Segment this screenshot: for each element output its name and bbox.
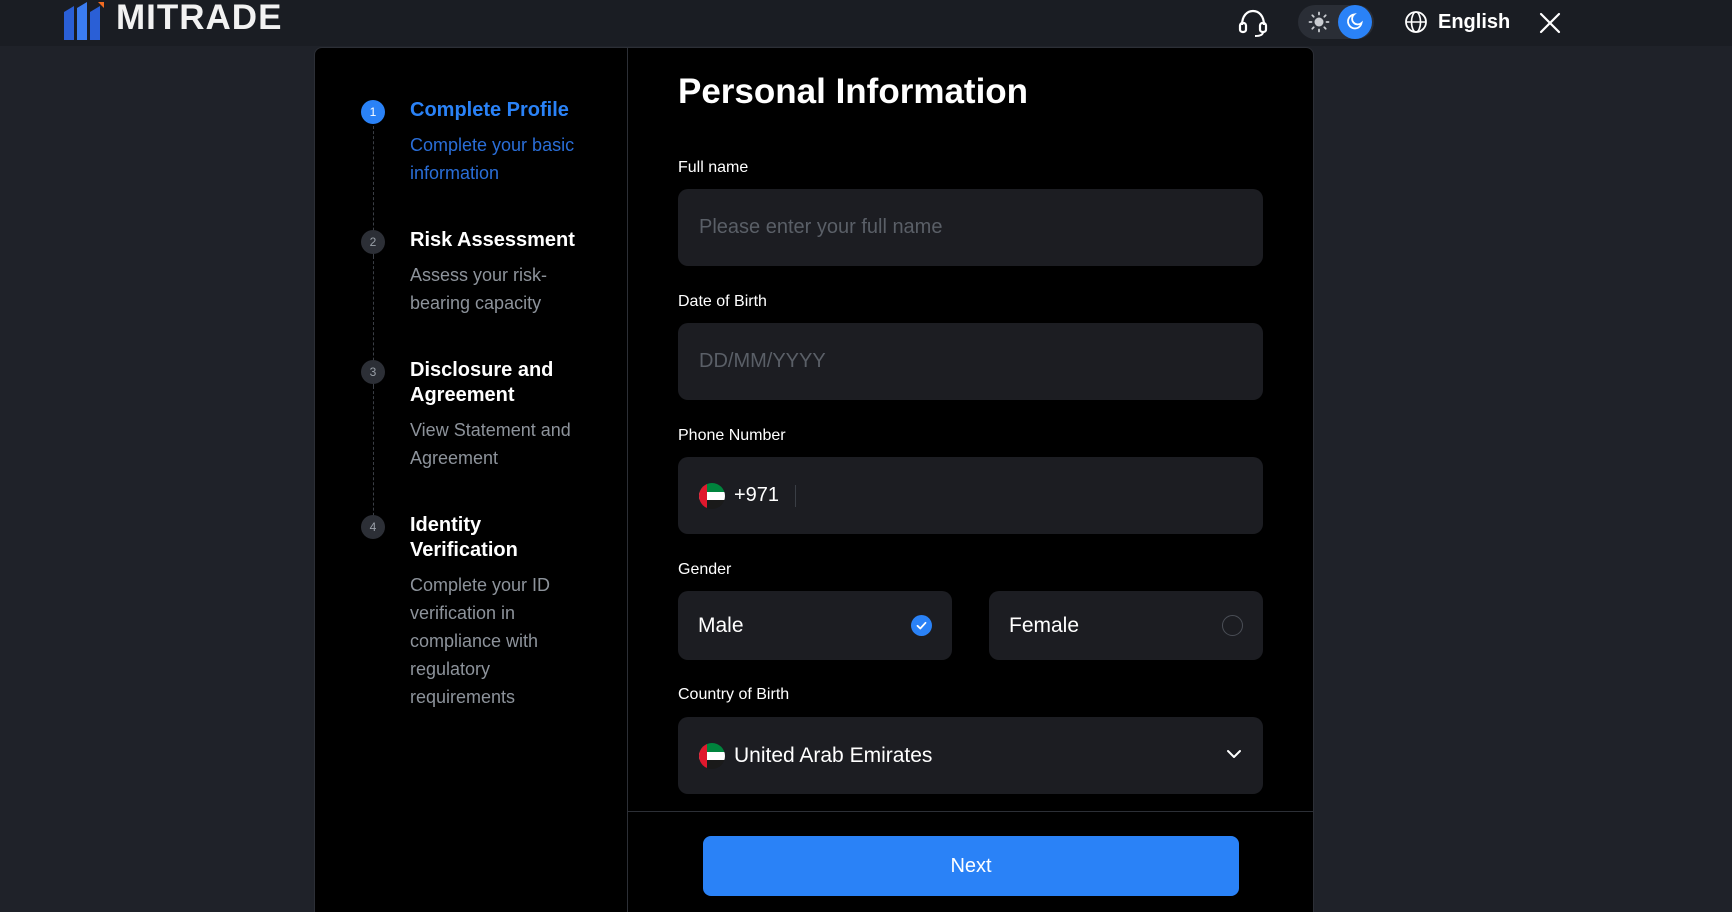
progress-stepper: 1 Complete Profile Complete your basic i… [315, 48, 628, 912]
support-button[interactable] [1236, 8, 1270, 38]
country-of-birth-label: Country of Birth [678, 686, 790, 703]
dark-theme-button[interactable] [1338, 5, 1372, 39]
dob-label: Date of Birth [678, 293, 767, 310]
uae-flag-icon[interactable] [699, 482, 725, 509]
step-connector [373, 386, 374, 536]
gender-label: Gender [678, 561, 732, 578]
footer-divider [628, 811, 1314, 812]
step-description: View Statement and Agreement [410, 420, 571, 468]
close-icon [1539, 12, 1561, 34]
step-title: Complete Profile [410, 99, 569, 121]
dial-code[interactable]: +971 [734, 484, 779, 507]
gender-option-female[interactable]: Female [989, 591, 1263, 660]
globe-icon [1405, 11, 1427, 33]
language-selector[interactable]: English [1404, 6, 1510, 38]
gender-option-label: Male [698, 613, 744, 637]
step-number: 1 [361, 100, 385, 124]
step-title: Risk Assessment [410, 229, 575, 251]
brand-name: MITRADE [116, 0, 283, 37]
gender-option-male[interactable]: Male [678, 591, 952, 660]
step-title: Identity Verification [410, 514, 518, 561]
language-label: English [1438, 10, 1511, 33]
step-number: 4 [361, 515, 385, 539]
step-number: 3 [361, 360, 385, 384]
step-description: Assess your risk-bearing capacity [410, 265, 548, 313]
full-name-label: Full name [678, 159, 749, 176]
form-title: Personal Information [678, 72, 1029, 111]
onboarding-card: 1 Complete Profile Complete your basic i… [314, 47, 1314, 912]
step-description: Complete your ID verification in complia… [410, 575, 551, 707]
next-button[interactable]: Next [703, 836, 1239, 896]
sun-icon [1308, 11, 1330, 33]
theme-toggle[interactable] [1298, 5, 1374, 39]
light-theme-button[interactable] [1304, 7, 1334, 37]
top-bar: MITRADE English [0, 0, 1732, 46]
step-title: Disclosure and Agreement [410, 359, 554, 406]
close-button[interactable] [1536, 9, 1564, 37]
step-number: 2 [361, 230, 385, 254]
phone-input[interactable]: +971 [678, 457, 1263, 534]
brand-logo[interactable]: MITRADE [62, 0, 282, 44]
mitrade-logo-icon [64, 2, 104, 40]
country-of-birth-select[interactable]: United Arab Emirates [678, 717, 1263, 794]
moon-icon [1347, 13, 1363, 30]
uae-flag-icon [699, 742, 725, 769]
gender-option-label: Female [1009, 613, 1080, 637]
chevron-down-icon [1227, 750, 1241, 758]
radio-unchecked-icon [1222, 615, 1243, 636]
phone-label: Phone Number [678, 427, 786, 444]
country-value: United Arab Emirates [734, 743, 933, 767]
headset-icon [1238, 9, 1268, 37]
phone-divider [795, 484, 797, 507]
step-description: Complete your basic information [410, 135, 575, 183]
full-name-input[interactable] [678, 189, 1263, 266]
radio-checked-icon [911, 615, 932, 636]
dob-input[interactable] [678, 323, 1263, 400]
